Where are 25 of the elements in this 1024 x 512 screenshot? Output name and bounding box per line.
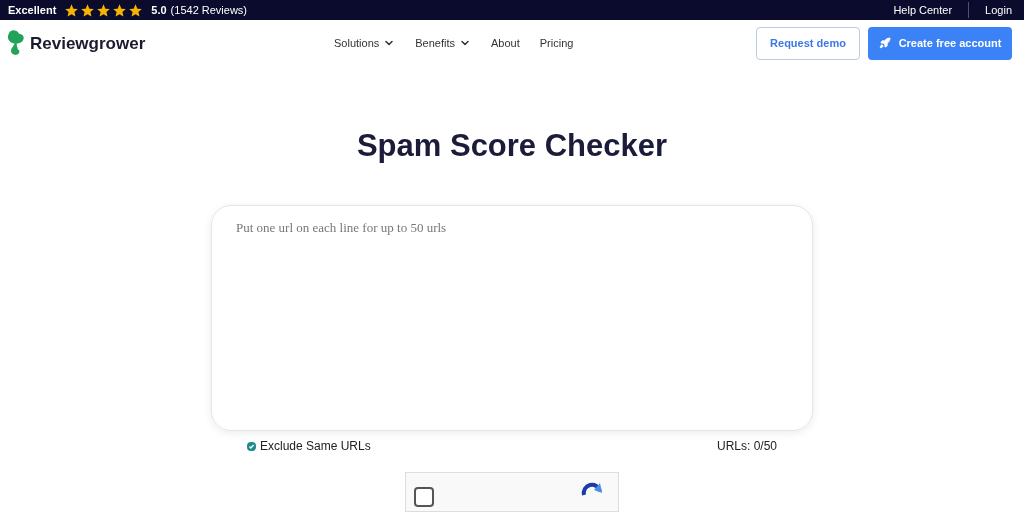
nav-link[interactable]: Pricing bbox=[539, 35, 574, 52]
create-account-button[interactable]: Create free account bbox=[868, 26, 1012, 60]
nav-link[interactable]: Solutions bbox=[334, 35, 396, 52]
rating-score: 5.0 bbox=[151, 2, 167, 18]
logo-icon bbox=[8, 30, 26, 57]
star-icon bbox=[80, 2, 96, 18]
page-title: Spam Score Checker bbox=[356, 126, 668, 165]
rating-label: Excellent bbox=[8, 2, 57, 18]
star-icon bbox=[64, 2, 80, 18]
star-icon bbox=[112, 2, 128, 18]
review-count: (1542 Reviews) bbox=[170, 2, 248, 18]
url-count: URLs: 0/50 bbox=[716, 438, 777, 455]
captcha-checkbox[interactable] bbox=[414, 487, 434, 507]
url-field[interactable]: Put one url on each line for up to 50 urls bbox=[211, 205, 813, 431]
logo-text: Reviewgrower bbox=[30, 32, 146, 55]
nav-link[interactable]: Benefits bbox=[415, 35, 471, 52]
star-icon bbox=[128, 2, 144, 18]
nav-link[interactable]: About bbox=[491, 35, 520, 52]
checkbox[interactable] bbox=[247, 441, 256, 451]
checkbox-label: Exclude Same URLs bbox=[260, 438, 371, 455]
top-link[interactable]: Login bbox=[981, 1, 1016, 19]
rocket-icon bbox=[878, 37, 891, 50]
star-icon bbox=[96, 2, 112, 18]
top-link[interactable]: Help Center bbox=[889, 1, 957, 19]
request-demo-button[interactable]: Request demo bbox=[756, 26, 860, 60]
